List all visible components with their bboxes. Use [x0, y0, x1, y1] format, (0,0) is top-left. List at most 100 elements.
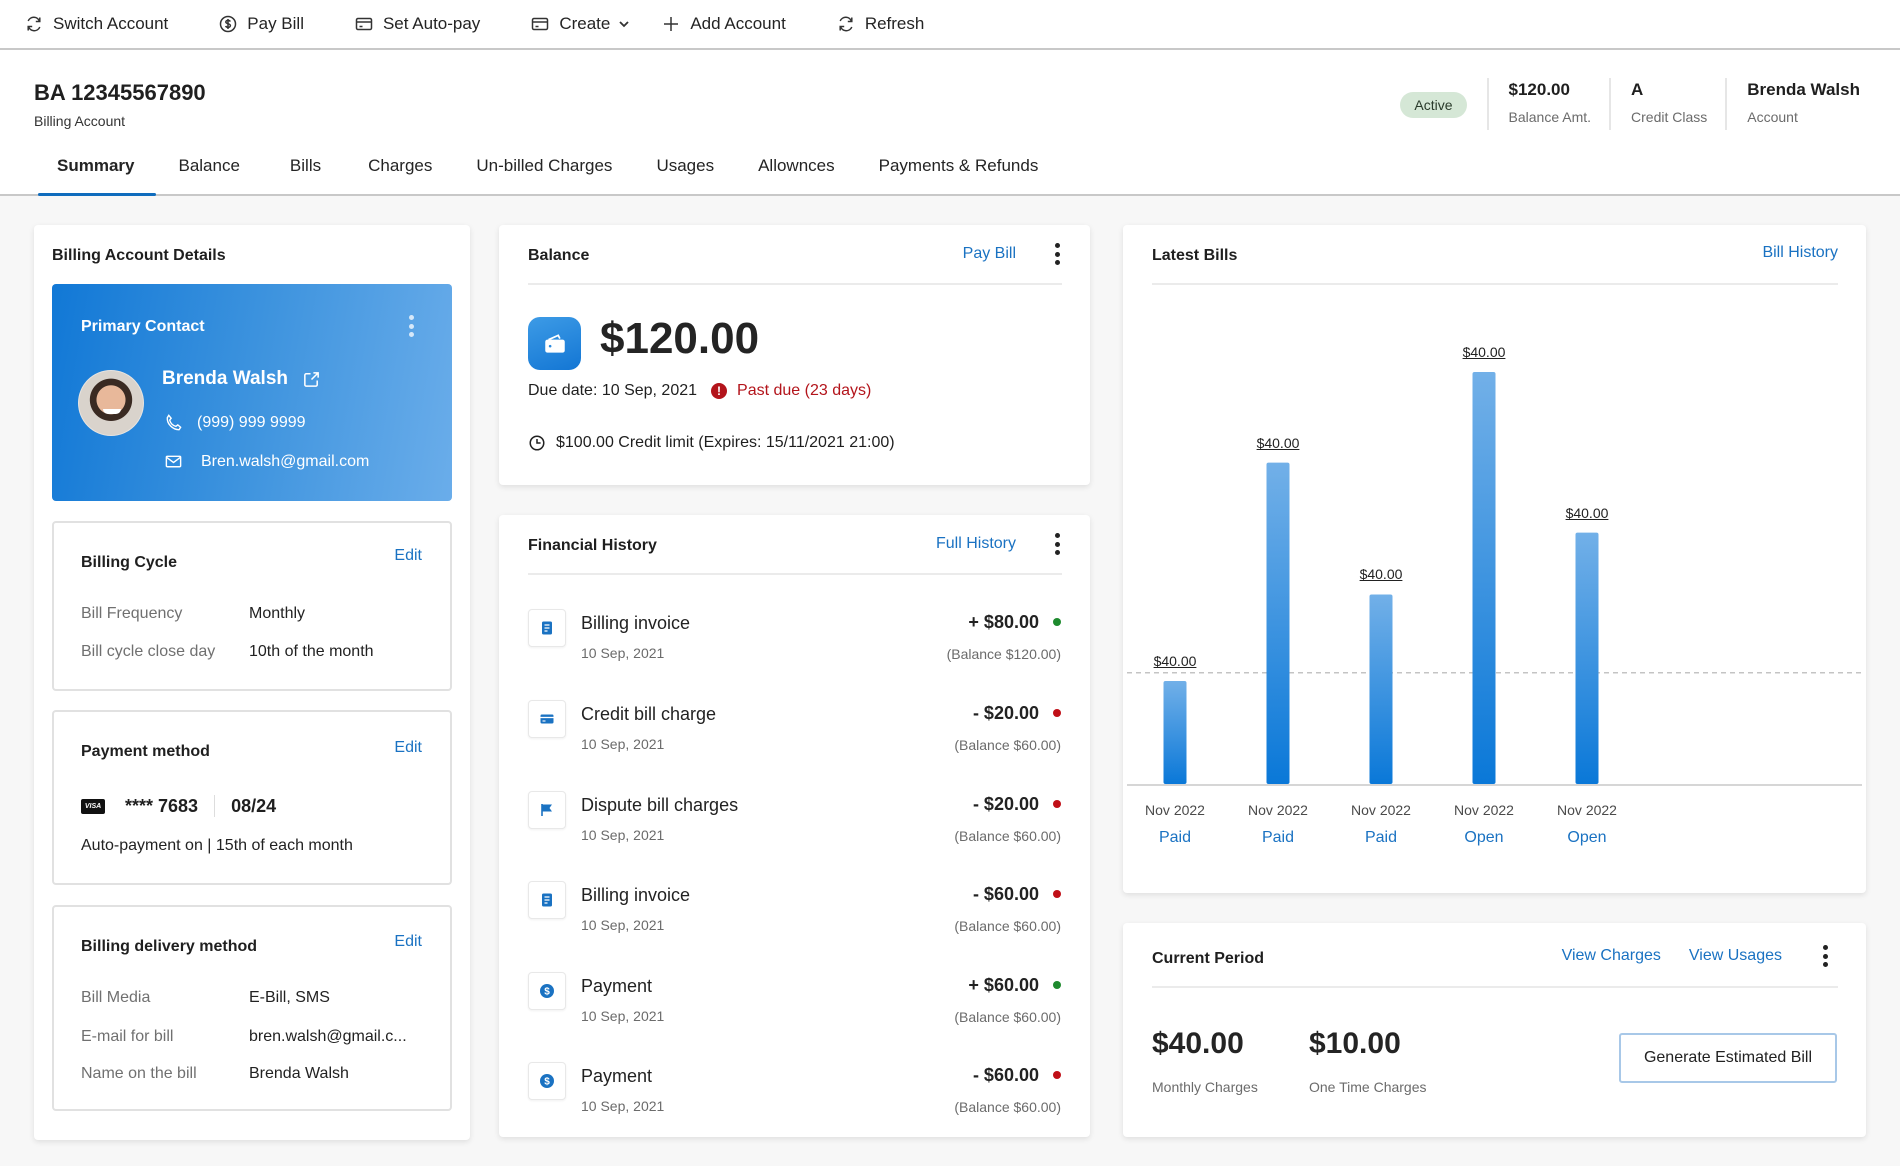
- account-stat: Brenda Walsh Account: [1725, 78, 1860, 130]
- pay-bill-link[interactable]: Pay Bill: [963, 245, 1016, 263]
- contact-name[interactable]: Brenda Walsh: [162, 368, 321, 390]
- account-header: BA 12345567890 Billing Account Active $1…: [0, 50, 1900, 196]
- tab-summary[interactable]: Summary: [34, 144, 156, 194]
- bar-data-label[interactable]: $40.00: [1125, 653, 1225, 669]
- contact-name-text: Brenda Walsh: [162, 368, 288, 390]
- external-link-icon[interactable]: [302, 370, 321, 389]
- pay-bill-button[interactable]: Pay Bill: [218, 14, 304, 34]
- view-usages-link[interactable]: View Usages: [1689, 947, 1782, 965]
- dollar-circle-icon: [218, 14, 238, 34]
- create-dropdown[interactable]: Create: [530, 14, 631, 34]
- tab-balance[interactable]: Balance: [156, 144, 261, 194]
- history-item-date: 10 Sep, 2021: [581, 827, 664, 843]
- payment-method-edit-link[interactable]: Edit: [394, 739, 422, 757]
- svg-text:$: $: [544, 1077, 550, 1088]
- card-title: Current Period: [1152, 950, 1264, 968]
- history-item[interactable]: $Payment10 Sep, 2021- $60.00(Balance $60…: [528, 1062, 1061, 1132]
- visa-icon: VISA: [81, 799, 105, 814]
- history-item-date: 10 Sep, 2021: [581, 736, 664, 752]
- dollar-circle-icon: $: [528, 1062, 566, 1100]
- card-title: Billing Account Details: [52, 247, 226, 265]
- card-number: **** 7683: [125, 796, 198, 817]
- history-item-name: Payment: [581, 1066, 652, 1087]
- kv-value: bren.walsh@gmail.c...: [249, 1028, 407, 1046]
- more-options-icon[interactable]: [408, 315, 414, 337]
- more-options-icon[interactable]: [1054, 533, 1060, 555]
- x-tick-label: Nov 2022: [1434, 802, 1534, 818]
- history-item-balance: (Balance $60.00): [954, 737, 1061, 753]
- bill-status-link[interactable]: Open: [1537, 829, 1637, 847]
- switch-account-button[interactable]: Switch Account: [24, 14, 168, 34]
- delivery-method-edit-link[interactable]: Edit: [394, 933, 422, 951]
- credit-limit-text: $100.00 Credit limit (Expires: 15/11/202…: [556, 434, 895, 452]
- invoice-icon: [528, 609, 566, 647]
- primary-contact-card: Primary Contact Brenda Walsh (999) 999 9…: [52, 284, 452, 501]
- one-time-charges-amount: $10.00: [1309, 1027, 1401, 1061]
- svg-text:$: $: [544, 987, 550, 998]
- tab-allowances[interactable]: Allownces: [736, 144, 857, 194]
- generate-estimated-bill-button[interactable]: Generate Estimated Bill: [1619, 1033, 1837, 1083]
- status-dot: [1053, 709, 1061, 717]
- add-account-button[interactable]: Add Account: [661, 14, 785, 34]
- x-tick-label: Nov 2022: [1331, 802, 1431, 818]
- bill-status-link[interactable]: Paid: [1228, 829, 1328, 847]
- bar[interactable]: [1370, 594, 1393, 784]
- email-text[interactable]: Bren.walsh@gmail.com: [201, 453, 369, 471]
- more-options-icon[interactable]: [1822, 945, 1828, 967]
- bill-status-link[interactable]: Paid: [1125, 829, 1225, 847]
- bar-data-label[interactable]: $40.00: [1228, 435, 1328, 451]
- more-options-icon[interactable]: [1054, 243, 1060, 265]
- wallet-icon: [528, 317, 581, 370]
- history-item[interactable]: Billing invoice10 Sep, 2021- $60.00(Bala…: [528, 881, 1061, 951]
- payment-method-title: Payment method: [81, 743, 210, 761]
- bar-data-label[interactable]: $40.00: [1434, 344, 1534, 360]
- card-actions: Full History: [936, 533, 1060, 555]
- bar[interactable]: [1473, 372, 1496, 784]
- history-item[interactable]: $Payment10 Sep, 2021+ $60.00(Balance $60…: [528, 972, 1061, 1042]
- due-date-row: Due date: 10 Sep, 2021 ! Past due (23 da…: [528, 382, 871, 400]
- history-item-balance: (Balance $60.00): [954, 1009, 1061, 1025]
- bar[interactable]: [1576, 533, 1599, 784]
- credit-class-stat: A Credit Class: [1609, 78, 1725, 130]
- toolbar: Switch Account Pay Bill Set Auto-pay Cre…: [0, 0, 1900, 50]
- bar[interactable]: [1267, 463, 1290, 784]
- kv-key: Name on the bill: [81, 1065, 249, 1083]
- bar[interactable]: [1164, 681, 1187, 784]
- history-item-amount: - $20.00: [973, 794, 1039, 815]
- tab-payments-refunds[interactable]: Payments & Refunds: [857, 144, 1061, 194]
- status-dot: [1053, 890, 1061, 898]
- bill-status-link[interactable]: Paid: [1331, 829, 1431, 847]
- kv-key: E-mail for bill: [81, 1028, 249, 1046]
- history-item-name: Dispute bill charges: [581, 795, 738, 816]
- stat-label: Balance Amt.: [1509, 109, 1592, 125]
- bar-data-label[interactable]: $40.00: [1331, 566, 1431, 582]
- x-tick-label: Nov 2022: [1228, 802, 1328, 818]
- tab-unbilled-charges[interactable]: Un-billed Charges: [454, 144, 634, 194]
- billing-cycle-edit-link[interactable]: Edit: [394, 547, 422, 565]
- history-item-balance: (Balance $60.00): [954, 918, 1061, 934]
- full-history-link[interactable]: Full History: [936, 535, 1016, 553]
- credit-limit-row: $100.00 Credit limit (Expires: 15/11/202…: [528, 434, 895, 452]
- history-item[interactable]: Credit bill charge10 Sep, 2021- $20.00(B…: [528, 700, 1061, 770]
- due-date: Due date: 10 Sep, 2021: [528, 382, 697, 400]
- tab-usages[interactable]: Usages: [634, 144, 736, 194]
- refresh-button[interactable]: Refresh: [836, 14, 925, 34]
- phone-icon: [164, 413, 183, 432]
- card-info: VISA **** 7683 08/24: [81, 795, 276, 817]
- alert-icon: !: [711, 383, 727, 399]
- history-item-amount: - $60.00: [973, 884, 1039, 905]
- view-charges-link[interactable]: View Charges: [1562, 947, 1661, 965]
- tab-charges[interactable]: Charges: [346, 144, 454, 194]
- bill-status-link[interactable]: Open: [1434, 829, 1534, 847]
- history-item-date: 10 Sep, 2021: [581, 645, 664, 661]
- mail-icon: [164, 452, 183, 471]
- tab-bills[interactable]: Bills: [262, 144, 346, 194]
- set-autopay-button[interactable]: Set Auto-pay: [354, 14, 480, 34]
- bar-data-label[interactable]: $40.00: [1537, 505, 1637, 521]
- history-item[interactable]: Billing invoice10 Sep, 2021+ $80.00(Bala…: [528, 609, 1061, 679]
- latest-bills-card: Latest Bills Bill History $40.00Nov 2022…: [1123, 225, 1866, 893]
- history-item[interactable]: Dispute bill charges 10 Sep, 2021 - $20.00…: [528, 791, 1061, 861]
- contact-phone: (999) 999 9999: [164, 413, 306, 432]
- one-time-charges-label: One Time Charges: [1309, 1079, 1427, 1095]
- history-item-balance: (Balance $120.00): [947, 646, 1061, 662]
